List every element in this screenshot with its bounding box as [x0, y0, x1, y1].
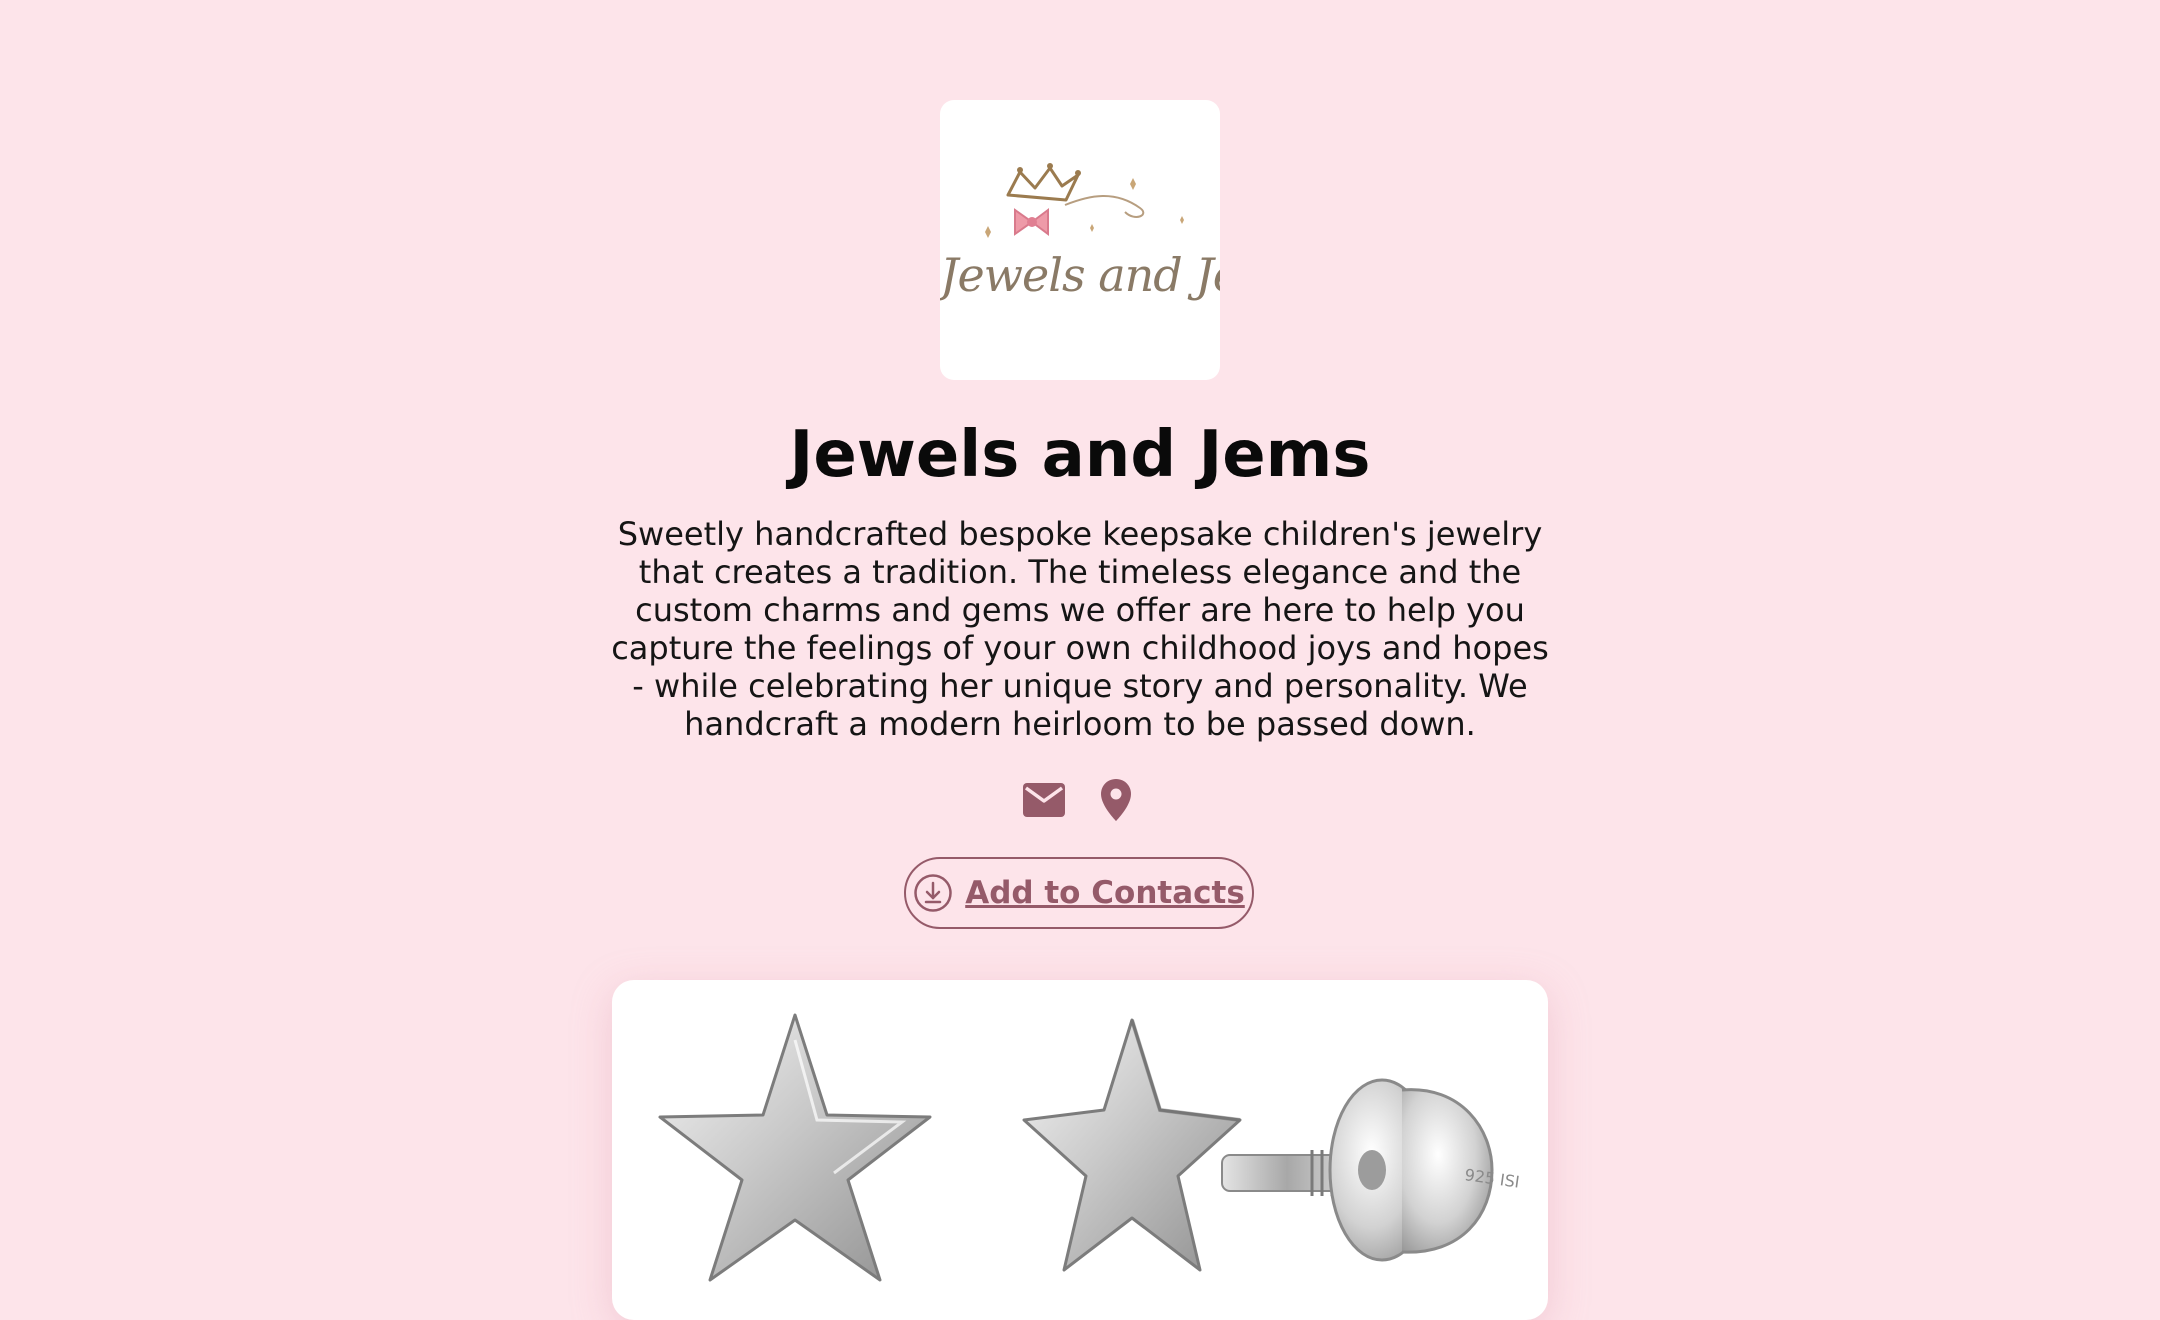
brand-logo: Jewels and Jems [940, 100, 1220, 380]
mail-icon[interactable] [1018, 774, 1070, 826]
product-image-card[interactable]: 925 ISI [612, 980, 1548, 1320]
crown-bow-logo-art [985, 163, 1184, 238]
add-to-contacts-button[interactable]: Add to Contacts [904, 857, 1254, 929]
add-to-contacts-label: Add to Contacts [965, 875, 1245, 911]
contact-icons-row [1010, 770, 1150, 830]
profile-description: Sweetly handcrafted bespoke keepsake chi… [611, 515, 1549, 743]
star-earrings-image: 925 ISI [658, 1013, 1521, 1282]
logo-wordmark: Jewels and Jems [940, 248, 1220, 302]
page-title: Jewels and Jems [789, 418, 1371, 492]
download-circle-icon [914, 874, 952, 912]
profile-page: Jewels and Jems Jewels and Jems Sweetly … [0, 0, 2160, 1320]
location-pin-icon[interactable] [1090, 774, 1142, 826]
